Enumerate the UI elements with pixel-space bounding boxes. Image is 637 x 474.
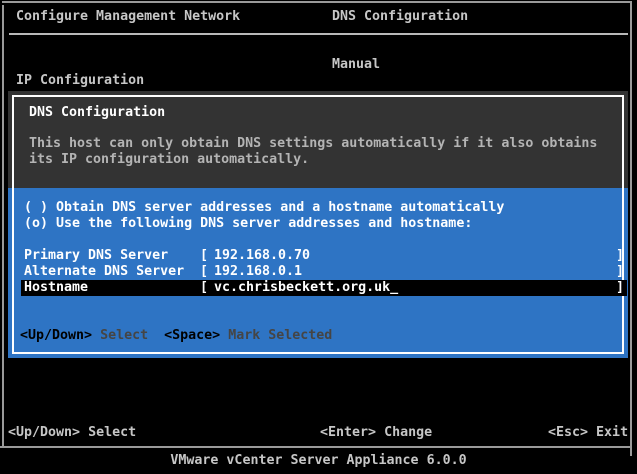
frame-bottom-line — [0, 446, 630, 448]
menu-item-ip-configuration[interactable]: IP Configuration — [16, 73, 144, 89]
radio-label: Obtain DNS server addresses and a hostna… — [56, 200, 504, 215]
spacer — [588, 425, 596, 440]
version-bar: VMware vCenter Server Appliance 6.0.0 — [0, 453, 637, 469]
bracket-open: [ — [200, 280, 208, 296]
field-label: Primary DNS Server — [24, 248, 168, 264]
dialog-hint-bar: <Up/Down> Select <Space> Mark Selected — [20, 328, 332, 344]
bracket-close: ] — [616, 280, 624, 296]
dns-mode-value: Manual — [332, 57, 380, 73]
frame-left-line — [2, 5, 4, 447]
field-row-primary-dns[interactable]: Primary DNS Server [ 192.168.0.70 ] — [8, 248, 628, 264]
bracket-open: [ — [200, 248, 208, 264]
text-cursor: _ — [390, 280, 398, 295]
radio-marker: ( ) — [24, 200, 48, 215]
updown-key-hint: <Up/Down> — [20, 328, 92, 343]
primary-dns-input[interactable]: 192.168.0.70 — [214, 248, 310, 264]
radio-label: Use the following DNS server addresses a… — [56, 216, 472, 231]
header-left-title: Configure Management Network — [16, 9, 240, 25]
radio-spacer — [48, 216, 56, 231]
spacer — [376, 425, 384, 440]
dns-configuration-dialog: DNS Configuration This host can only obt… — [8, 91, 628, 358]
bracket-open: [ — [200, 264, 208, 280]
radio-obtain-automatically[interactable]: ( ) Obtain DNS server addresses and a ho… — [24, 200, 504, 216]
header-divider — [9, 33, 628, 35]
enter-key-hint: <Enter> — [320, 425, 376, 440]
footer-hint-esc: <Esc> Exit — [548, 425, 628, 441]
space-key-hint: <Space> — [164, 328, 220, 343]
radio-marker: (o) — [24, 216, 48, 231]
radio-use-following[interactable]: (o) Use the following DNS server address… — [24, 216, 472, 232]
exit-label: Exit — [596, 425, 628, 440]
hostname-value: vc.chrisbeckett.org.uk — [214, 280, 390, 295]
spacer — [80, 425, 88, 440]
dialog-description-line2: its IP configuration automatically. — [29, 152, 309, 168]
dcui-screen: Configure Management Network DNS Configu… — [0, 0, 637, 474]
dialog-title: DNS Configuration — [29, 105, 165, 121]
footer-hint-enter: <Enter> Change — [320, 425, 432, 441]
hostname-input[interactable]: vc.chrisbeckett.org.uk_ — [214, 280, 398, 296]
select-label: Select — [88, 425, 136, 440]
field-row-alternate-dns[interactable]: Alternate DNS Server [ 192.168.0.1 ] — [8, 264, 628, 280]
radio-spacer — [48, 200, 56, 215]
footer-hint-updown: <Up/Down> Select — [8, 425, 136, 441]
esc-key-hint: <Esc> — [548, 425, 588, 440]
header-right-title: DNS Configuration — [332, 9, 468, 25]
field-label: Hostname — [24, 280, 88, 296]
field-label: Alternate DNS Server — [24, 264, 184, 280]
dialog-description-line1: This host can only obtain DNS settings a… — [29, 136, 597, 152]
change-label: Change — [384, 425, 432, 440]
bracket-close: ] — [616, 248, 624, 264]
updown-key-hint: <Up/Down> — [8, 425, 80, 440]
select-hint-label: Select — [100, 328, 148, 343]
alternate-dns-input[interactable]: 192.168.0.1 — [214, 264, 302, 280]
field-row-hostname[interactable]: Hostname [ vc.chrisbeckett.org.uk_ ] — [8, 280, 628, 296]
bracket-close: ] — [616, 264, 624, 280]
updown-hint-spacer — [92, 328, 100, 343]
mark-selected-hint-label: Mark Selected — [228, 328, 332, 343]
frame-top-line — [2, 1, 632, 3]
space-hint-spacer — [220, 328, 228, 343]
frame-right-line — [630, 3, 632, 456]
